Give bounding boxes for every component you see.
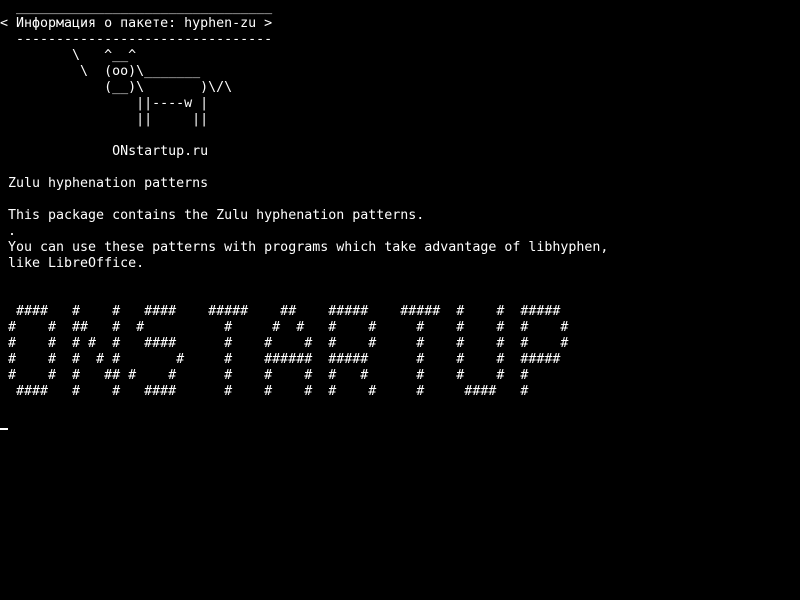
banner-line: #### # # #### # # # # # # #### # [8,384,529,399]
package-summary: Zulu hyphenation patterns [8,176,209,191]
cow-art-line: ||----w | [8,96,209,111]
banner-line: # # # # # # # ###### ##### # # # ##### [8,352,561,367]
description-line: This package contains the Zulu hyphenati… [8,208,425,223]
banner-line: # # ## # # # # # # # # # # # # [8,320,569,335]
banner-line: # # # ## # # # # # # # # # # # [8,368,529,383]
text-cursor [0,428,8,430]
banner-line: #### # # #### ##### ## ##### ##### # # #… [8,304,561,319]
description-line: You can use these patterns with programs… [8,240,609,255]
description-line: like LibreOffice. [8,256,145,271]
cowsay-border-bottom: -------------------------------- [8,32,273,47]
cowsay-border-top: ________________________________ [8,0,273,15]
banner-line: # # # # # #### # # # # # # # # # # [8,336,569,351]
cow-art-line: (__)\ )\/\ [8,80,233,95]
signature-text: ONstartup.ru [8,144,209,159]
cow-art-line: || || [8,112,209,127]
terminal-screen[interactable]: ________________________________ < Инфор… [0,0,800,600]
description-line: . [8,224,17,239]
cowsay-message: < Информация о пакете: hyphen-zu > [0,16,273,31]
cow-art-line: \ (oo)\_______ [8,64,201,79]
cow-art-line: \ ^__^ [8,48,137,63]
